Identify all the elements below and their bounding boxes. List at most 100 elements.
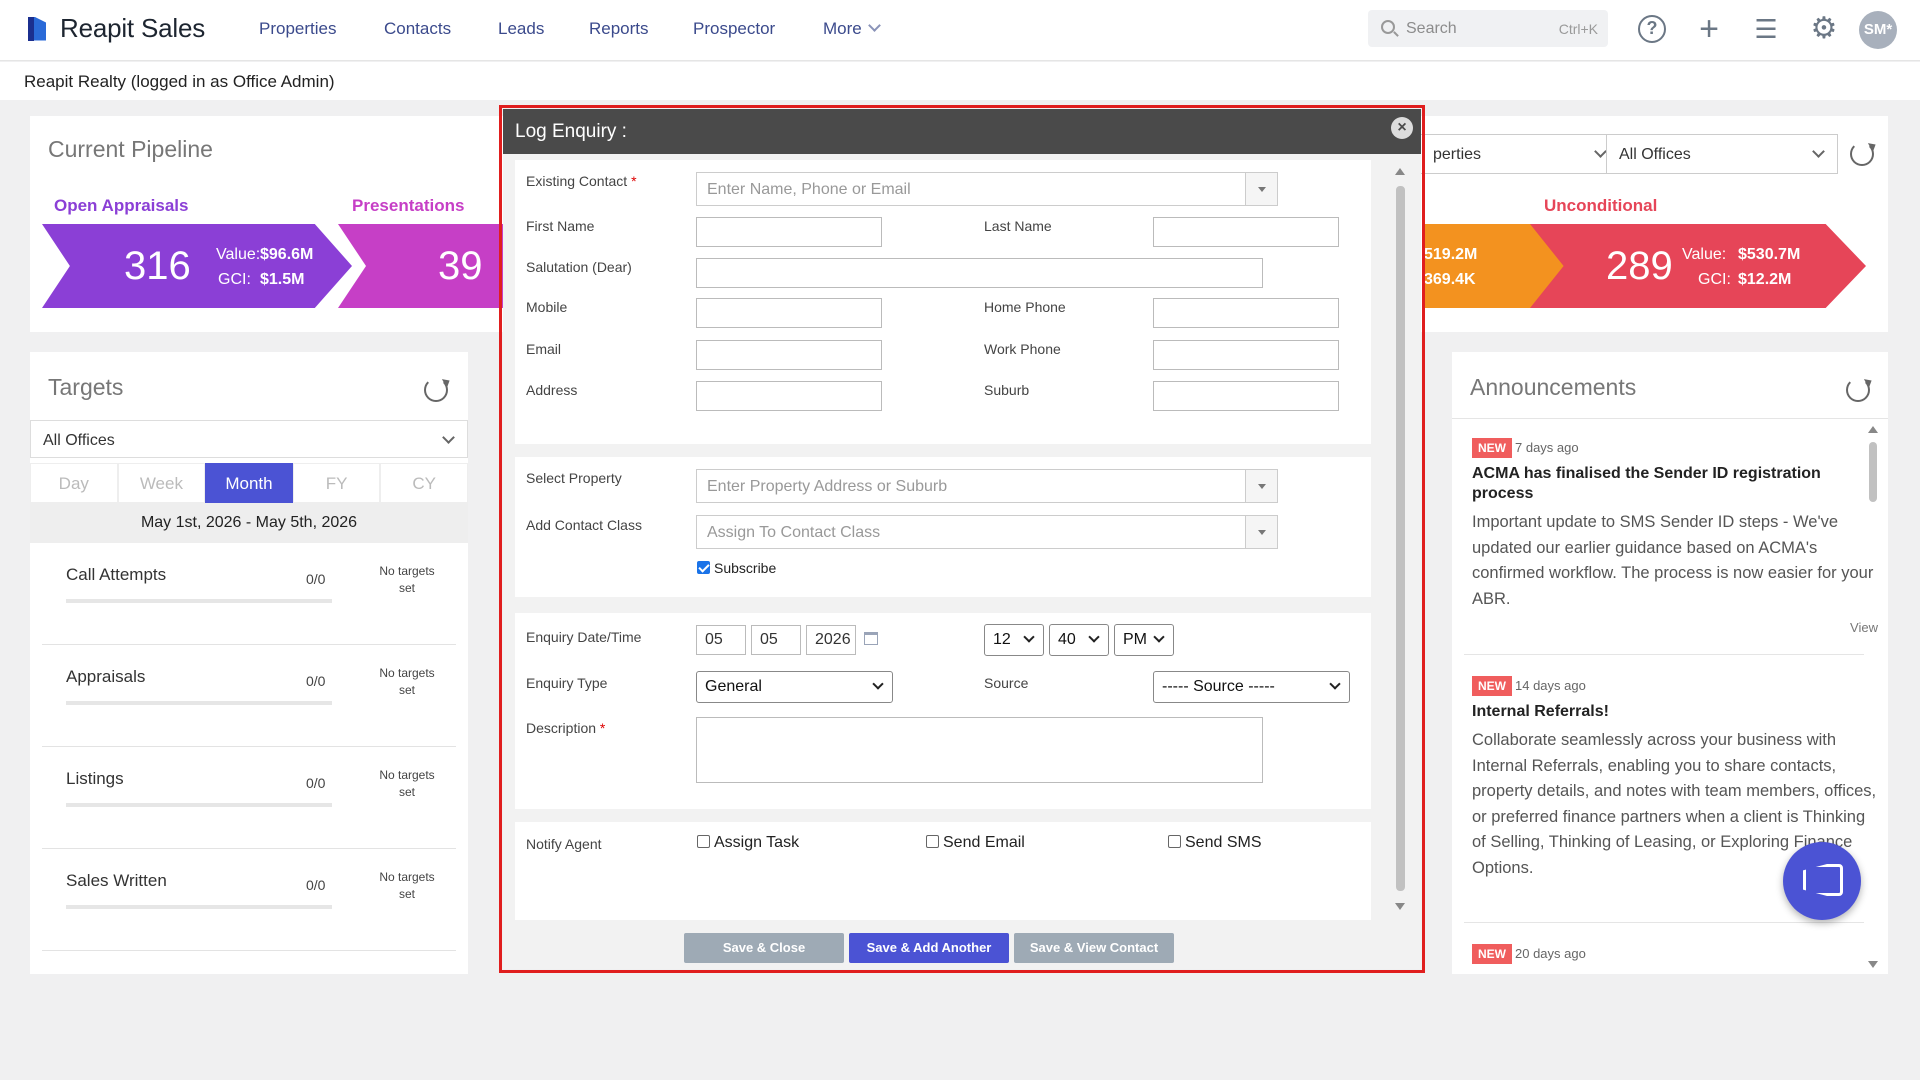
contact-class-combo[interactable]: Assign To Contact Class	[696, 515, 1278, 549]
scroll-down-icon[interactable]	[1395, 903, 1405, 910]
announcements-scrollbar[interactable]	[1868, 424, 1878, 970]
announcement-view-link[interactable]: View	[1472, 620, 1878, 635]
target-value: 0/0	[306, 877, 326, 893]
target-progress-bar	[66, 599, 332, 603]
salutation-field[interactable]	[696, 258, 1263, 288]
announcement-item[interactable]: NEW 20 days ago	[1472, 944, 1878, 964]
nav-prospector[interactable]: Prospector	[693, 19, 775, 39]
existing-contact-placeholder: Enter Name, Phone or Email	[707, 181, 911, 198]
tab-fy[interactable]: FY	[292, 463, 381, 503]
property-combo[interactable]: Enter Property Address or Suburb	[696, 469, 1278, 503]
existing-contact-combo[interactable]: Enter Name, Phone or Email	[696, 172, 1278, 206]
announcement-item[interactable]: NEW 7 days ago ACMA has finalised the Sen…	[1472, 438, 1878, 635]
scroll-up-icon[interactable]	[1868, 426, 1878, 433]
gear-icon[interactable]: ⚙	[1808, 13, 1840, 45]
scroll-thumb[interactable]	[1396, 186, 1405, 891]
nav-more-label: More	[823, 19, 862, 38]
save-add-another-button[interactable]: Save & Add Another	[849, 933, 1009, 963]
help-icon[interactable]: ?	[1636, 13, 1668, 45]
ampm-select[interactable]: PM	[1114, 624, 1174, 656]
first-name-field[interactable]	[696, 217, 882, 247]
list-icon[interactable]: ☰	[1750, 13, 1782, 45]
stage-open-appraisals[interactable]: 316 Value: $96.6M GCI: $1.5M	[42, 224, 352, 308]
email-label: Email	[526, 341, 562, 357]
suburb-label: Suburb	[984, 382, 1030, 398]
hour-select[interactable]: 12	[984, 624, 1044, 656]
stage-count: 289	[1606, 244, 1673, 288]
refresh-icon[interactable]	[424, 378, 448, 402]
announcements-fab-button[interactable]	[1783, 842, 1861, 920]
tab-cy[interactable]: CY	[380, 463, 468, 503]
notify-section: Notify Agent Assign Task Send Email Send…	[515, 822, 1371, 920]
target-value: 0/0	[306, 673, 326, 689]
enquiry-year-field[interactable]: 2026	[806, 625, 856, 655]
nav-contacts[interactable]: Contacts	[384, 19, 451, 39]
scroll-up-icon[interactable]	[1395, 168, 1405, 175]
office-context-bar: Reapit Realty (logged in as Office Admin…	[0, 62, 1920, 100]
enquiry-month-field[interactable]: 05	[751, 625, 801, 655]
nav-leads[interactable]: Leads	[498, 19, 544, 39]
last-name-field[interactable]	[1153, 217, 1339, 247]
targets-office-select[interactable]: All Offices	[30, 420, 468, 458]
minute-select[interactable]: 40	[1049, 624, 1109, 656]
avatar[interactable]: SM*	[1859, 11, 1897, 49]
select-property-label: Select Property	[526, 470, 622, 486]
assign-task-checkbox[interactable]	[697, 835, 710, 848]
assign-task-label: Assign Task	[714, 834, 800, 851]
new-badge: NEW	[1472, 944, 1512, 964]
dropdown-arrow-icon[interactable]	[1245, 516, 1277, 548]
enquiry-section: Enquiry Date/Time 05 05 2026 12 40 PM En…	[515, 613, 1371, 809]
megaphone-icon	[1803, 864, 1843, 896]
chevron-down-icon	[1329, 678, 1341, 690]
app-logo[interactable]: Reapit Sales	[26, 13, 205, 44]
calendar-icon[interactable]	[864, 632, 878, 645]
announcement-title: ACMA has finalised the Sender ID registr…	[1472, 465, 1821, 502]
scroll-down-icon[interactable]	[1868, 961, 1878, 968]
refresh-icon[interactable]	[1846, 378, 1870, 402]
search-input[interactable]: Search Ctrl+K	[1368, 10, 1608, 47]
address-field[interactable]	[696, 381, 882, 411]
announcements-title: Announcements	[1470, 374, 1637, 400]
enquiry-type-select[interactable]: General	[696, 671, 893, 703]
property-section: Select Property Enter Property Address o…	[515, 457, 1371, 597]
tab-day[interactable]: Day	[30, 463, 118, 503]
target-note: No targets set	[379, 870, 435, 901]
save-view-contact-button[interactable]: Save & View Contact	[1014, 933, 1174, 963]
close-icon[interactable]: ×	[1391, 117, 1413, 139]
pipeline-type-select[interactable]: perties	[1420, 134, 1620, 174]
work-phone-field[interactable]	[1153, 340, 1339, 370]
send-email-checkbox[interactable]	[926, 835, 939, 848]
nav-reports[interactable]: Reports	[589, 19, 649, 39]
mobile-field[interactable]	[696, 298, 882, 328]
subscribe-checkbox[interactable]	[697, 561, 710, 574]
stage-gci: 369.4K	[1424, 271, 1476, 288]
chevron-down-icon	[1153, 631, 1165, 643]
email-field[interactable]	[696, 340, 882, 370]
suburb-field[interactable]	[1153, 381, 1339, 411]
target-row: Call Attempts 0/0 No targets set	[42, 543, 456, 645]
search-icon	[1381, 20, 1395, 34]
source-select[interactable]: ----- Source -----	[1153, 671, 1350, 703]
add-icon[interactable]: +	[1693, 12, 1725, 46]
nav-properties[interactable]: Properties	[259, 19, 336, 39]
app-name: Reapit Sales	[60, 13, 206, 43]
dropdown-arrow-icon[interactable]	[1245, 470, 1277, 502]
description-textarea[interactable]	[696, 717, 1263, 783]
dropdown-arrow-icon[interactable]	[1245, 173, 1277, 205]
target-row: Appraisals 0/0 No targets set	[42, 645, 456, 747]
scroll-thumb[interactable]	[1869, 442, 1877, 502]
send-sms-checkbox[interactable]	[1168, 835, 1181, 848]
description-label: Description *	[526, 720, 606, 736]
target-value: 0/0	[306, 775, 326, 791]
refresh-icon[interactable]	[1850, 142, 1874, 166]
modal-scrollbar[interactable]	[1393, 166, 1407, 912]
tab-week[interactable]: Week	[117, 463, 206, 503]
save-close-button[interactable]: Save & Close	[684, 933, 844, 963]
tab-month[interactable]: Month	[205, 463, 293, 503]
enquiry-day-field[interactable]: 05	[696, 625, 746, 655]
pipeline-office-select[interactable]: All Offices	[1606, 134, 1838, 174]
home-phone-field[interactable]	[1153, 298, 1339, 328]
source-label: Source	[984, 675, 1029, 691]
stage-unconditional[interactable]: 289 Value: $530.7M GCI: $12.2M	[1530, 224, 1866, 308]
nav-more[interactable]: More	[823, 19, 881, 39]
